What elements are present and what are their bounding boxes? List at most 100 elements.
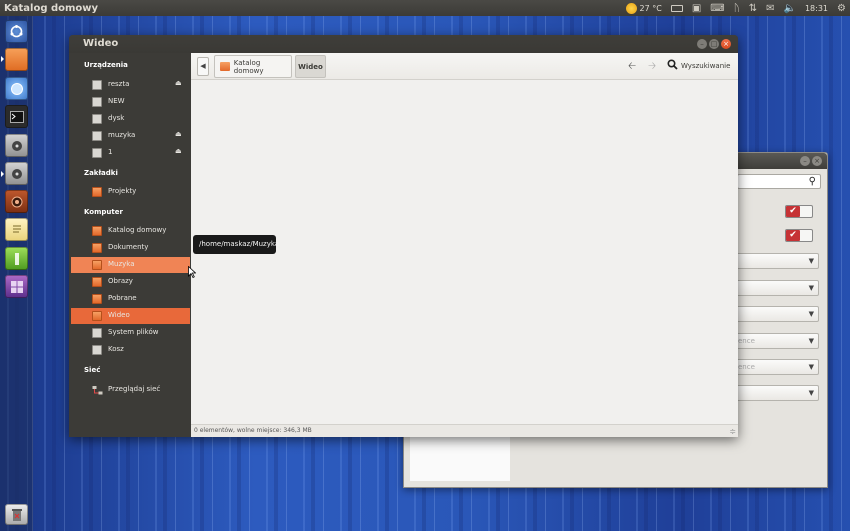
status-text: 0 elementów, wolne miejsce: 346,3 MB [194, 427, 312, 434]
drive-icon [92, 148, 102, 158]
terminal-launcher-icon[interactable] [5, 105, 28, 128]
settings-dropdown[interactable]: ▼ [734, 253, 819, 269]
toggle-switch[interactable]: ✔ [785, 205, 813, 218]
search-icon [667, 59, 678, 73]
settings-dropdown[interactable]: ▼ [734, 280, 819, 296]
preview-area [410, 435, 510, 481]
sidebar-item-1[interactable]: 1 ⏏ [71, 145, 190, 161]
window-titlebar[interactable]: Wideo – □ × [69, 35, 738, 53]
sidebar-heading-computer: Komputer [84, 208, 123, 216]
window-title: Wideo [83, 38, 119, 49]
disk-utility-launcher-icon[interactable] [5, 134, 28, 157]
background-search-field[interactable]: ⚲ [737, 174, 821, 189]
settings-dropdown[interactable]: ence ▼ [734, 359, 819, 375]
keyboard-indicator[interactable]: ⌨ [710, 3, 724, 14]
trash-icon [92, 345, 102, 355]
media-launcher-icon[interactable] [5, 162, 28, 185]
app-menu-title[interactable]: Katalog domowy [4, 3, 98, 14]
weather-indicator[interactable]: 27 °C [625, 2, 662, 14]
close-icon[interactable]: × [721, 39, 731, 49]
settings-dropdown[interactable]: ence ▼ [734, 333, 819, 349]
clipboard-indicator[interactable]: ▣ [692, 3, 701, 14]
eject-icon[interactable]: ⏏ [175, 130, 182, 138]
files-launcher-icon[interactable] [5, 48, 28, 71]
sidebar-item-wideo[interactable]: Wideo [71, 308, 190, 324]
trash-icon[interactable] [5, 504, 28, 525]
file-manager-window: Wideo – □ × Urządzenia reszta ⏏ NEW dysk… [69, 35, 738, 437]
resize-grip-icon[interactable]: ≑ [729, 427, 736, 436]
eject-icon[interactable]: ⏏ [175, 79, 182, 87]
breadcrumb-home[interactable]: Katalog domowy [214, 55, 292, 78]
documents-folder-icon [92, 243, 102, 253]
sidebar-item-kosz[interactable]: Kosz [71, 342, 190, 358]
running-indicator [1, 56, 4, 62]
dash-home-icon[interactable] [5, 20, 28, 43]
sidebar-item-obrazy[interactable]: Obrazy [71, 274, 190, 290]
check-icon: ✔ [786, 230, 800, 241]
browser-launcher-icon[interactable] [5, 77, 28, 100]
settings-dropdown[interactable]: ▼ [734, 306, 819, 322]
sidebar-item-muzyka-device[interactable]: muzyka ⏏ [71, 128, 190, 144]
chevron-down-icon: ▼ [808, 257, 814, 265]
breadcrumb-scroll-left-button[interactable]: ◀ [197, 57, 209, 76]
chevron-down-icon: ▼ [808, 389, 814, 397]
sidebar-heading-network: Sieć [84, 366, 101, 374]
volume-icon[interactable]: 🔈 [784, 3, 796, 14]
search-button[interactable]: Wyszukiwanie [667, 58, 730, 74]
sidebar-item-katalog-domowy[interactable]: Katalog domowy [71, 223, 190, 239]
path-tooltip: /home/maskaz/Muzyka [193, 235, 279, 254]
downloads-folder-icon [92, 294, 102, 304]
toggle-switch[interactable]: ✔ [785, 229, 813, 242]
sidebar-item-pobrane[interactable]: Pobrane [71, 291, 190, 307]
text-editor-launcher-icon[interactable] [5, 218, 28, 241]
filesystem-icon [92, 328, 102, 338]
clock[interactable]: 18:31 [805, 4, 828, 13]
session-gear-icon[interactable]: ⚙ [837, 3, 846, 14]
minimize-icon[interactable]: – [697, 39, 707, 49]
close-icon[interactable]: × [812, 156, 822, 166]
network-icon [92, 385, 103, 395]
drive-icon [92, 114, 102, 124]
drive-icon [92, 97, 102, 107]
status-bar: 0 elementów, wolne miejsce: 346,3 MB ≑ [191, 424, 738, 437]
weather-temperature: 27 °C [639, 3, 662, 13]
forward-arrow-icon[interactable]: 🡢 [648, 59, 656, 76]
music-folder-icon [92, 260, 102, 270]
chevron-down-icon: ▼ [808, 337, 814, 345]
toolbar: ◀ Katalog domowy Wideo 🡠 🡢 Wyszukiwanie [191, 53, 738, 80]
eject-icon[interactable]: ⏏ [175, 147, 182, 155]
mail-icon[interactable]: ✉ [766, 3, 774, 14]
sidebar-item-new[interactable]: NEW [71, 94, 190, 110]
battery-indicator[interactable] [670, 4, 683, 12]
indicator-area: 27 °C ▣ ⌨ ᚢ ⇅ ✉ 🔈 18:31 ⚙ [625, 0, 846, 16]
pictures-folder-icon [92, 277, 102, 287]
workspace-switcher-icon[interactable] [5, 275, 28, 298]
sidebar-item-muzyka[interactable]: Muzyka [71, 257, 190, 273]
maximize-icon[interactable]: □ [709, 39, 719, 49]
minimize-icon[interactable]: – [800, 156, 810, 166]
sidebar-item-projekty[interactable]: Projekty [71, 184, 190, 200]
sidebar-item-dysk[interactable]: dysk [71, 111, 190, 127]
home-folder-icon [92, 226, 102, 236]
sidebar-item-dokumenty[interactable]: Dokumenty [71, 240, 190, 256]
folder-icon [92, 187, 102, 197]
spreadsheet-launcher-icon[interactable] [5, 247, 28, 270]
back-arrow-icon[interactable]: 🡠 [628, 59, 636, 76]
places-sidebar: Urządzenia reszta ⏏ NEW dysk muzyka ⏏ 1 … [69, 53, 191, 437]
bluetooth-icon[interactable]: ᚢ [734, 3, 740, 14]
sidebar-item-reszta[interactable]: reszta ⏏ [71, 77, 190, 93]
sidebar-item-system-plikow[interactable]: System plików [71, 325, 190, 341]
chevron-down-icon: ▼ [808, 363, 814, 371]
settings-dropdown[interactable]: ▼ [734, 385, 819, 401]
search-icon: ⚲ [808, 176, 816, 187]
network-icon[interactable]: ⇅ [749, 3, 757, 14]
launcher [0, 16, 33, 531]
chevron-down-icon: ▼ [808, 284, 814, 292]
drive-icon [92, 80, 102, 90]
sidebar-item-przegladaj-siec[interactable]: Przeglądaj sieć [71, 382, 190, 398]
check-icon: ✔ [786, 206, 800, 217]
sidebar-heading-devices: Urządzenia [84, 61, 128, 69]
battery-icon [670, 4, 683, 12]
speaker-launcher-icon[interactable] [5, 190, 28, 213]
breadcrumb-current[interactable]: Wideo [295, 55, 326, 78]
